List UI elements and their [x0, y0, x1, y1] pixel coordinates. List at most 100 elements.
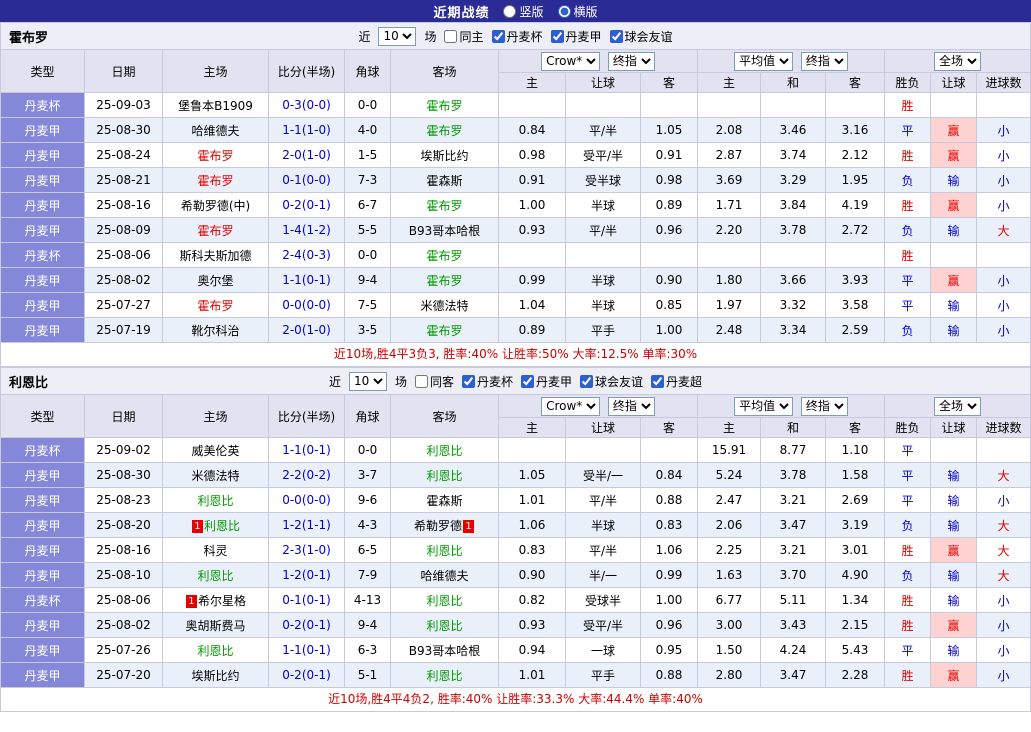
avg-draw-cell: 3.34 — [761, 318, 826, 343]
same-home-checkbox[interactable] — [444, 30, 457, 43]
team-name-text[interactable]: 奥胡斯费马 — [185, 619, 245, 633]
vertical-layout-radio[interactable] — [503, 5, 516, 18]
away-odds-cell: 0.96 — [641, 613, 698, 638]
result-cell: 胜 — [885, 538, 931, 563]
filter-danish-1st[interactable]: 丹麦甲 — [551, 28, 602, 45]
result-cell: 负 — [885, 318, 931, 343]
filter-danish-1st[interactable]: 丹麦甲 — [521, 373, 572, 390]
filter-club-friendly[interactable]: 球会友谊 — [580, 373, 643, 390]
danish-super-checkbox[interactable] — [651, 375, 664, 388]
result-cell: 平 — [885, 293, 931, 318]
danish-1st-checkbox[interactable] — [521, 375, 534, 388]
team-name-text[interactable]: 利恩比 — [204, 519, 240, 533]
team-name-text[interactable]: 霍布罗 — [197, 149, 233, 163]
team-name-text[interactable]: 霍布罗 — [426, 324, 462, 338]
team-name-text[interactable]: B93哥本哈根 — [409, 644, 481, 658]
filter-danish-super[interactable]: 丹麦超 — [651, 373, 702, 390]
sub-avg-home: 主 — [698, 418, 761, 438]
handicap-cell — [566, 93, 641, 118]
team-name-text[interactable]: 利恩比 — [426, 594, 462, 608]
club-friendly-checkbox[interactable] — [580, 375, 593, 388]
team-name-text[interactable]: 米德法特 — [420, 299, 468, 313]
filter-danish-cup[interactable]: 丹麦杯 — [492, 28, 543, 45]
recent-count-select[interactable]: 10 — [349, 372, 387, 391]
same-away-checkbox[interactable] — [415, 375, 428, 388]
col-corner: 角球 — [345, 50, 391, 93]
handicap-result-cell: 赢 — [931, 663, 977, 688]
odds-provider-select[interactable]: Crow* — [541, 52, 600, 71]
team-name-text[interactable]: 利恩比 — [426, 544, 462, 558]
team-name-text[interactable]: 霍布罗 — [197, 174, 233, 188]
team-name-text[interactable]: 米德法特 — [191, 469, 239, 483]
team-name-text[interactable]: 利恩比 — [426, 444, 462, 458]
away-odds-cell: 0.98 — [641, 168, 698, 193]
avg-odds-select[interactable]: 平均值 — [734, 397, 793, 416]
team-name-text[interactable]: 威美伦英 — [191, 444, 239, 458]
recent-count-select[interactable]: 10 — [378, 27, 416, 46]
avg-stage-select[interactable]: 终指 — [801, 397, 848, 416]
team-name-text[interactable]: 霍布罗 — [426, 274, 462, 288]
handicap-result-cell: 输 — [931, 588, 977, 613]
team-name-text[interactable]: 利恩比 — [426, 669, 462, 683]
team-name-text[interactable]: 霍布罗 — [197, 299, 233, 313]
danish-1st-checkbox[interactable] — [551, 30, 564, 43]
team-name-text[interactable]: 霍布罗 — [426, 99, 462, 113]
red-card-badge: 1 — [192, 520, 203, 533]
team-name-text[interactable]: 哈维德夫 — [420, 569, 468, 583]
odds-stage-select[interactable]: 终指 — [608, 52, 655, 71]
team-name-text[interactable]: 埃斯比约 — [191, 669, 239, 683]
home-team-cell: 霍布罗 — [163, 168, 269, 193]
team-name-text[interactable]: 利恩比 — [197, 644, 233, 658]
team-name-text[interactable]: 霍布罗 — [426, 249, 462, 263]
result-cell: 胜 — [885, 93, 931, 118]
sub-result: 胜负 — [885, 73, 931, 93]
team-name-text[interactable]: B93哥本哈根 — [409, 224, 481, 238]
team-name-text[interactable]: 埃斯比约 — [420, 149, 468, 163]
team-name-text[interactable]: 堡鲁本B1909 — [178, 99, 253, 113]
avg-away-cell: 2.72 — [826, 218, 885, 243]
avg-home-cell: 1.80 — [698, 268, 761, 293]
team-name-text[interactable]: 靴尔科治 — [191, 324, 239, 338]
team-name-text[interactable]: 霍森斯 — [426, 174, 462, 188]
home-odds-cell: 0.94 — [499, 638, 566, 663]
team-name-text[interactable]: 哈维德夫 — [191, 124, 239, 138]
danish-cup-checkbox[interactable] — [492, 30, 505, 43]
odds-stage-select[interactable]: 终指 — [608, 397, 655, 416]
filter-danish-cup[interactable]: 丹麦杯 — [462, 373, 513, 390]
score-cell: 0-0(0-0) — [269, 488, 345, 513]
team-name-text[interactable]: 利恩比 — [197, 494, 233, 508]
avg-stage-select[interactable]: 终指 — [801, 52, 848, 71]
col-home: 主场 — [163, 50, 269, 93]
team-name-text[interactable]: 希勒罗德 — [414, 519, 462, 533]
odds-provider-select[interactable]: Crow* — [541, 397, 600, 416]
score-cell: 2-2(0-2) — [269, 463, 345, 488]
avg-odds-select[interactable]: 平均值 — [734, 52, 793, 71]
league-type-cell: 丹麦杯 — [1, 93, 85, 118]
radio-vertical-layout[interactable]: 竖版 — [503, 3, 543, 20]
team-name-text[interactable]: 利恩比 — [426, 619, 462, 633]
filter-same-away[interactable]: 同客 — [415, 373, 454, 390]
team-name-text[interactable]: 霍布罗 — [197, 224, 233, 238]
team-name-text[interactable]: 斯科夫斯加德 — [179, 249, 251, 263]
team-name-text[interactable]: 希尔星格 — [198, 594, 246, 608]
result-cell: 负 — [885, 218, 931, 243]
fulltime-select[interactable]: 全场 — [934, 52, 981, 71]
match-row: 丹麦甲25-08-16希勒罗德(中)0-2(0-1)6-7霍布罗1.00半球0.… — [1, 193, 1031, 218]
team-name-text[interactable]: 利恩比 — [197, 569, 233, 583]
radio-horizontal-layout[interactable]: 横版 — [558, 3, 598, 20]
team-name-text[interactable]: 霍布罗 — [426, 199, 462, 213]
team-name-text[interactable]: 利恩比 — [426, 469, 462, 483]
avg-odds-header: 平均值 终指 — [698, 395, 885, 418]
club-friendly-checkbox[interactable] — [610, 30, 623, 43]
team-name-text[interactable]: 奥尔堡 — [197, 274, 233, 288]
filter-same-home[interactable]: 同主 — [444, 28, 483, 45]
danish-cup-checkbox[interactable] — [462, 375, 475, 388]
team-name-text[interactable]: 霍森斯 — [426, 494, 462, 508]
fulltime-select[interactable]: 全场 — [934, 397, 981, 416]
horizontal-layout-radio[interactable] — [558, 5, 571, 18]
team-name-text[interactable]: 科灵 — [203, 544, 227, 558]
avg-away-cell: 2.28 — [826, 663, 885, 688]
filter-club-friendly[interactable]: 球会友谊 — [610, 28, 673, 45]
team-name-text[interactable]: 希勒罗德(中) — [181, 199, 250, 213]
team-name-text[interactable]: 霍布罗 — [426, 124, 462, 138]
